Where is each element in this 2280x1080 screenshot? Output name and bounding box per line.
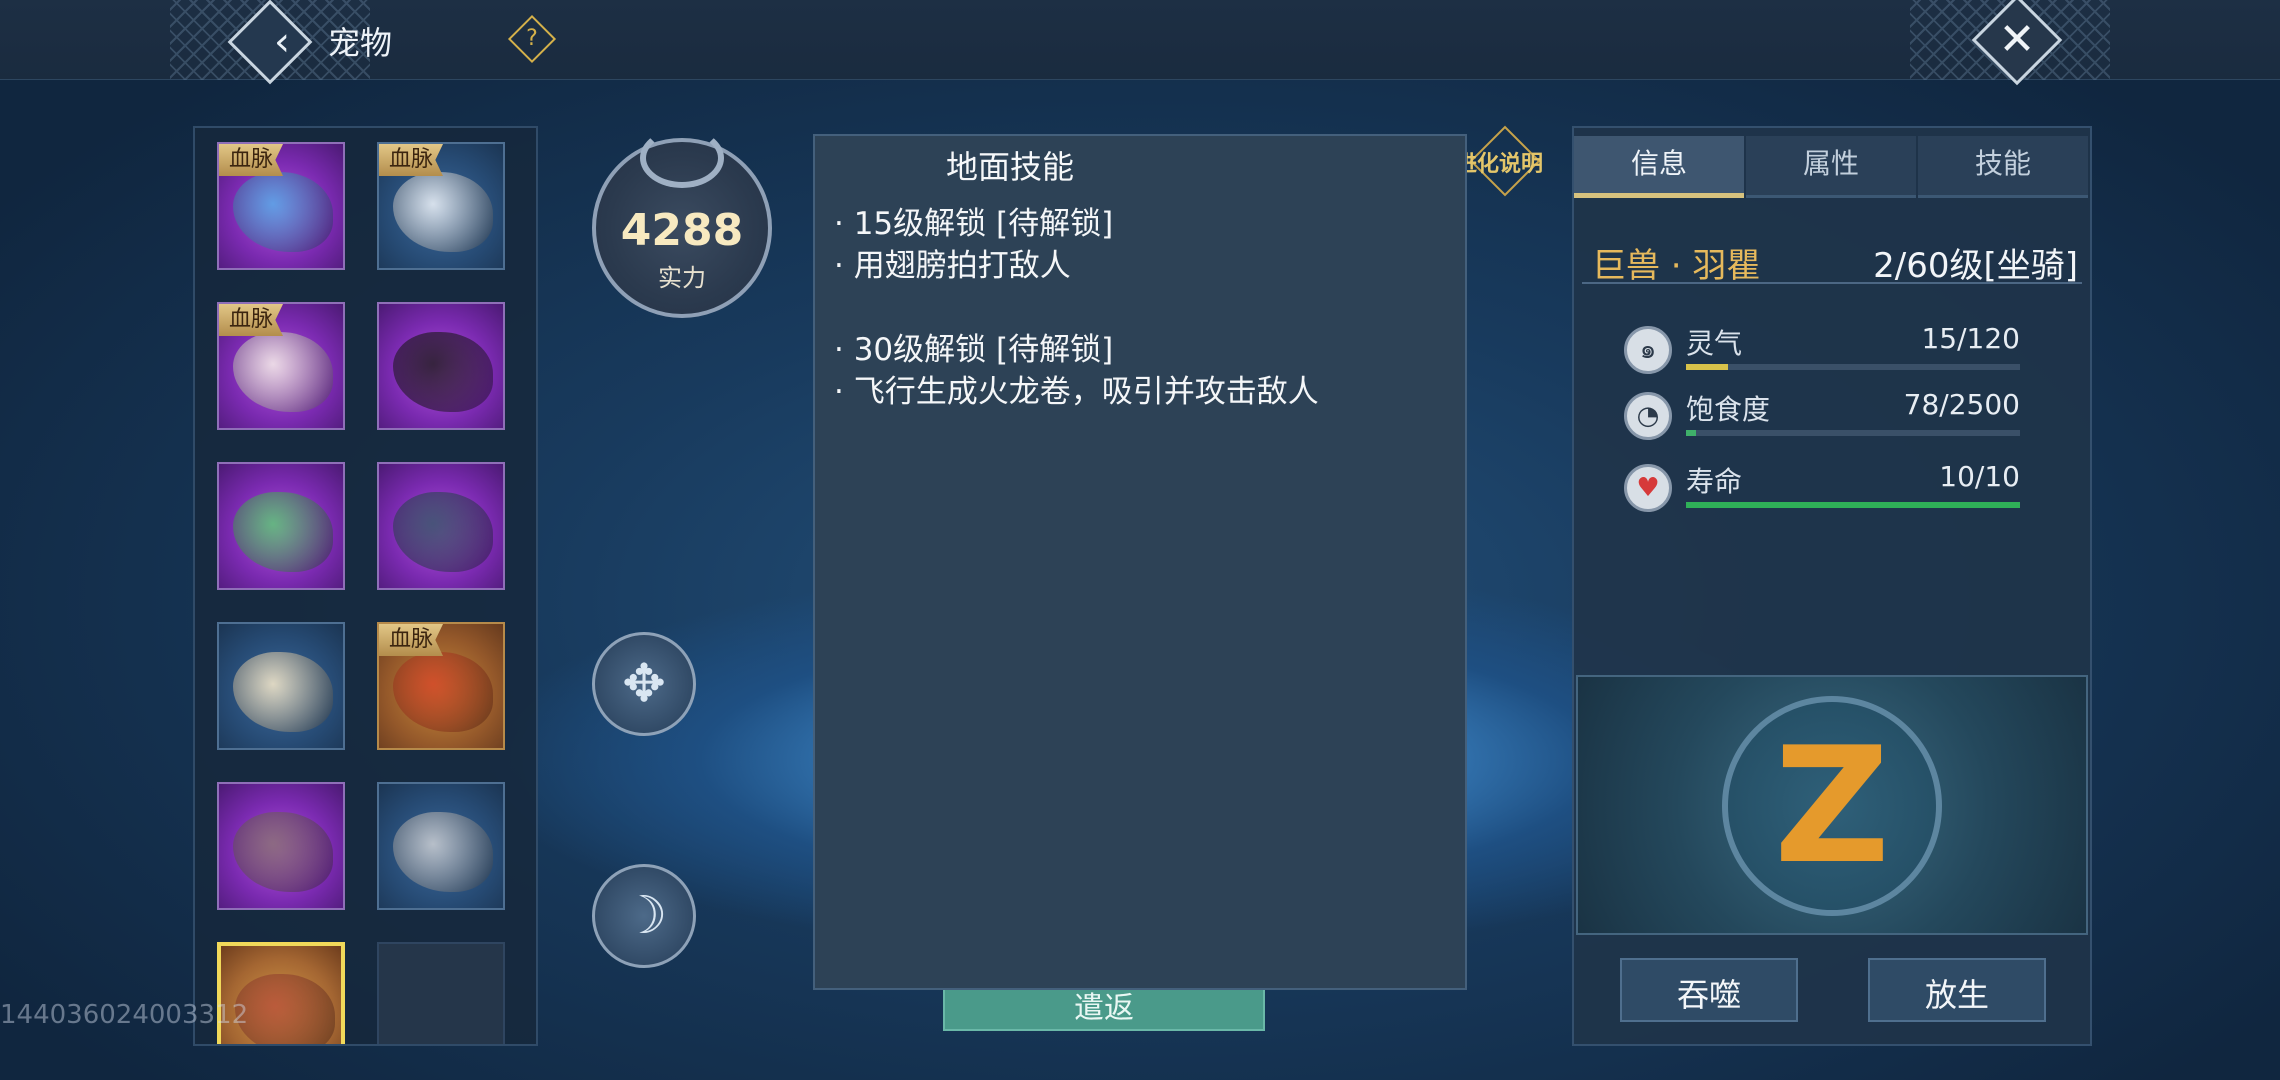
pet-portrait (393, 812, 493, 892)
bloodline-badge: 血脉 (219, 144, 284, 176)
stat-value: 78/2500 (1903, 388, 2020, 421)
pet-portrait (393, 172, 493, 252)
pet-slot[interactable] (377, 302, 505, 430)
bloodline-badge: 血脉 (379, 144, 444, 176)
stat-value: 15/120 (1921, 322, 2020, 355)
evolution-info-link[interactable]: 进化说明 (1455, 146, 1543, 178)
skill-unlock-line: · 30级解锁 [待解锁] (834, 332, 1114, 368)
stat-label: 饱食度 (1686, 393, 1771, 426)
stat-bar (1686, 430, 2020, 436)
bloodline-badge: 血脉 (219, 304, 284, 336)
wing-skill-icon[interactable]: ✥ (592, 632, 696, 736)
bloodline-badge: 血脉 (379, 624, 444, 656)
divider (1582, 282, 2082, 284)
pet-slot[interactable]: 血脉 (377, 142, 505, 270)
pet-portrait (233, 812, 333, 892)
stat-bar (1686, 502, 2020, 508)
pet-slot[interactable]: 血脉 (217, 302, 345, 430)
player-id: 144036024003312 (0, 1000, 249, 1030)
stomach-icon: ◔ (1624, 392, 1672, 440)
pet-slot[interactable] (377, 782, 505, 910)
pet-portrait (233, 492, 333, 572)
power-value: 4288 (620, 205, 744, 256)
pet-slot[interactable] (217, 942, 345, 1044)
stat-value: 10/10 (1939, 460, 2020, 493)
stat-bar-fill (1686, 430, 1697, 436)
stat-label: 灵气 (1686, 327, 1743, 360)
spirit-swirl-icon: ๑ (1624, 326, 1672, 374)
skill-unlock-line: · 15级解锁 [待解锁] (834, 206, 1114, 242)
pet-slot[interactable] (217, 782, 345, 910)
page-title: 宠物 (328, 24, 393, 62)
pet-slot[interactable] (217, 622, 345, 750)
pet-portrait (233, 652, 333, 732)
close-x-icon[interactable]: ✕ (1985, 8, 2049, 72)
tab-skills[interactable]: 技能 (1918, 136, 2088, 198)
pet-slot[interactable] (377, 462, 505, 590)
pet-grid: 血脉 血脉 血脉 血脉 (217, 142, 505, 1044)
stat-bar-fill (1686, 364, 1728, 370)
pet-slot[interactable] (217, 462, 345, 590)
release-button-label[interactable]: 放生 (1868, 970, 2046, 1016)
pet-portrait (233, 172, 333, 252)
pet-portrait (393, 652, 493, 732)
stat-bar (1686, 364, 2020, 370)
pet-level: 2/60级[坐骑] (1873, 246, 2078, 286)
pet-portrait (393, 492, 493, 572)
back-chevron-icon[interactable]: ‹ (252, 12, 312, 72)
skill-tooltip-title: 地面技能 (946, 148, 1075, 186)
devour-button-label[interactable]: 吞噬 (1620, 970, 1798, 1016)
tab-info[interactable]: 信息 (1574, 136, 1744, 198)
pet-portrait (233, 332, 333, 412)
tab-attributes[interactable]: 属性 (1746, 136, 1916, 198)
skill-desc-line: · 用翅膀拍打敌人 (834, 248, 1071, 284)
skill-desc-line: · 飞行生成火龙卷，吸引并攻击敌人 (834, 374, 1319, 410)
pet-slot[interactable]: 血脉 (377, 622, 505, 750)
pet-slot[interactable] (377, 942, 505, 1044)
heart-icon: ♥ (1624, 464, 1672, 512)
pet-list-panel[interactable]: 血脉 血脉 血脉 血脉 (193, 126, 538, 1046)
pet-portrait (393, 332, 493, 412)
stat-label: 寿命 (1686, 465, 1743, 498)
pet-portrait (235, 974, 335, 1044)
help-icon[interactable]: ? (515, 22, 549, 56)
power-label: 实力 (658, 264, 706, 292)
tornado-skill-icon[interactable]: ☽ (592, 864, 696, 968)
pet-slot[interactable]: 血脉 (217, 142, 345, 270)
horn-ornament-icon (640, 128, 724, 188)
stat-bar-fill (1686, 502, 2020, 508)
pet-type-emblem-icon: Z (1773, 712, 1890, 899)
